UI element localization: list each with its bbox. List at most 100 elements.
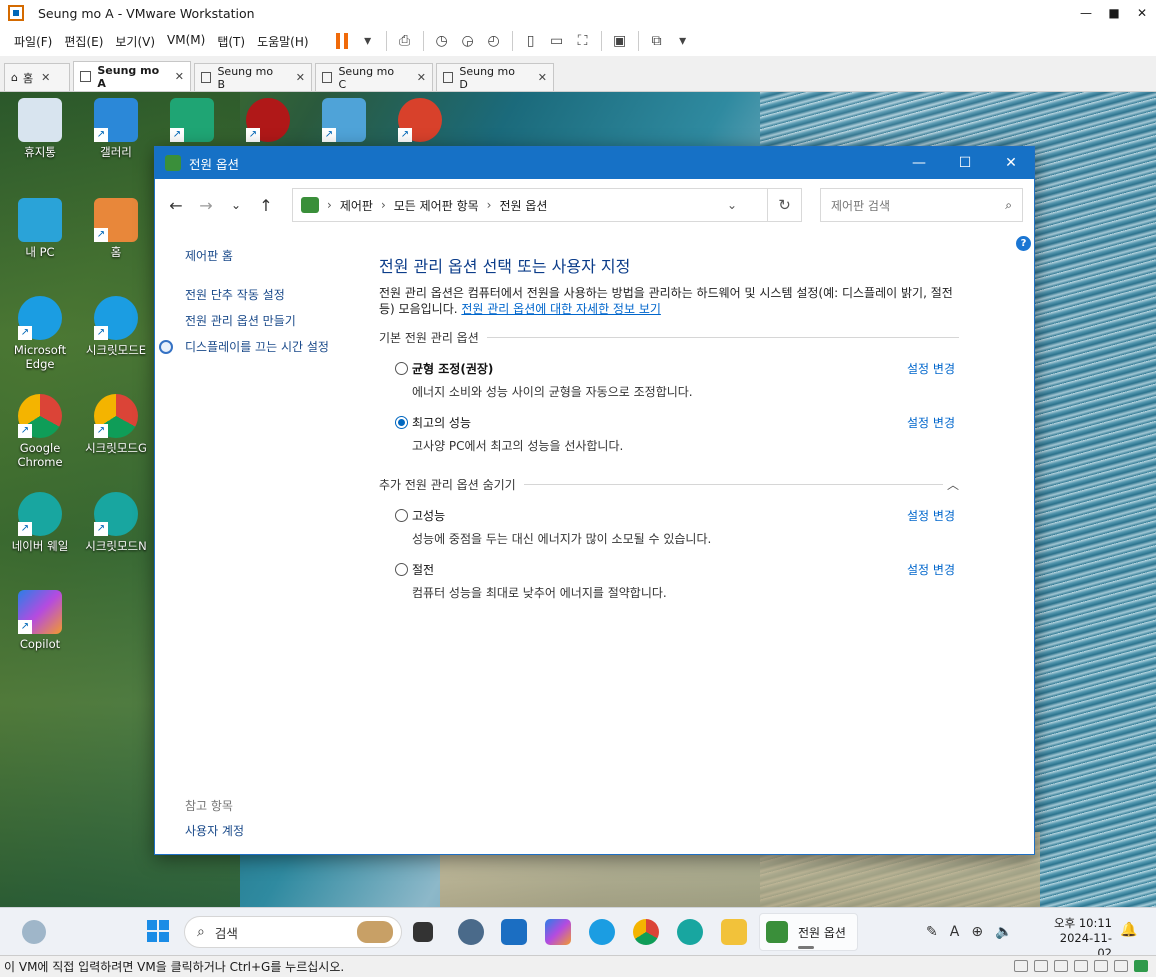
power-dropdown-button[interactable]: ▾ <box>355 28 381 54</box>
plan-name[interactable]: 균형 조정(권장) <box>412 360 493 377</box>
show-library-icon[interactable]: ▯ <box>518 28 544 54</box>
group-more-plans[interactable]: 추가 전원 관리 옵션 숨기기 ︿ <box>379 476 959 493</box>
sidebar-link-create-plan[interactable]: 전원 관리 옵션 만들기 <box>185 312 365 329</box>
store-icon[interactable] <box>501 919 527 945</box>
tab-home[interactable]: ⌂ 홈 ✕ <box>4 63 70 91</box>
volume-icon[interactable]: 🔈 <box>995 924 1012 940</box>
start-button[interactable] <box>147 920 169 942</box>
desktop-icon-gallery[interactable]: ↗ 갤러리 <box>78 98 154 159</box>
forward-arrow-icon[interactable]: → <box>191 196 221 215</box>
desktop-icon-edge-incognito[interactable]: ↗ 시크릿모드E <box>78 296 154 357</box>
widgets-icon[interactable] <box>22 920 46 944</box>
tab-seung-mo-d[interactable]: Seung mo D ✕ <box>436 63 554 91</box>
back-arrow-icon[interactable]: ← <box>161 196 191 215</box>
copilot-icon[interactable] <box>545 919 571 945</box>
chevron-right-icon[interactable]: › <box>381 198 386 212</box>
display-icon[interactable] <box>1114 960 1128 972</box>
minimize-button[interactable]: — <box>896 147 942 179</box>
close-icon[interactable]: ✕ <box>417 71 426 84</box>
desktop-icon-home[interactable]: ↗ 홈 <box>78 198 154 259</box>
chrome-icon[interactable] <box>633 919 659 945</box>
message-log-icon[interactable] <box>1134 960 1148 972</box>
breadcrumb-control-panel[interactable]: 제어판 <box>340 197 373 214</box>
maximize-button[interactable]: ☐ <box>942 147 988 179</box>
change-settings-link[interactable]: 설정 변경 <box>907 507 955 524</box>
menu-file[interactable]: 파일(F) <box>8 33 58 50</box>
console-view-icon[interactable]: ▣ <box>607 28 633 54</box>
menu-view[interactable]: 보기(V) <box>109 33 161 50</box>
breadcrumb-all-items[interactable]: 모든 제어판 항목 <box>394 197 479 214</box>
cd-rom-icon[interactable] <box>1034 960 1048 972</box>
file-explorer-icon[interactable] <box>721 919 747 945</box>
maximize-button[interactable]: ■ <box>1100 0 1128 26</box>
send-ctrl-alt-del-icon[interactable]: ⎙ <box>392 28 418 54</box>
close-icon[interactable]: ✕ <box>296 71 305 84</box>
chevron-right-icon[interactable]: › <box>487 198 492 212</box>
chevron-up-icon[interactable]: ︿ <box>947 476 959 493</box>
tab-seung-mo-b[interactable]: Seung mo B ✕ <box>194 63 312 91</box>
radio-high-performance[interactable] <box>395 509 408 522</box>
desktop-icon-this-pc[interactable]: 내 PC <box>2 198 78 259</box>
search-input[interactable]: 제어판 검색 ⌕ <box>820 188 1023 222</box>
network-icon[interactable]: ⊕ <box>971 924 983 940</box>
pen-menu-icon[interactable]: ✎ <box>926 924 938 940</box>
sidebar-link-power-buttons[interactable]: 전원 단추 작동 설정 <box>185 286 365 303</box>
settings-gear-icon[interactable] <box>458 919 484 945</box>
close-icon[interactable]: ✕ <box>175 70 184 83</box>
snapshot-icon[interactable]: ◷ <box>429 28 455 54</box>
refresh-icon[interactable]: ↻ <box>767 189 801 221</box>
stretch-dropdown-button[interactable]: ▾ <box>670 28 696 54</box>
task-view-icon[interactable] <box>413 922 433 942</box>
change-settings-link[interactable]: 설정 변경 <box>907 414 955 431</box>
desktop-icon-edge[interactable]: ↗ Microsoft Edge <box>2 296 78 371</box>
thumbnail-bar-icon[interactable]: ▭ <box>544 28 570 54</box>
see-also-user-accounts[interactable]: 사용자 계정 <box>185 822 244 839</box>
plan-name[interactable]: 고성능 <box>412 507 445 524</box>
change-settings-link[interactable]: 설정 변경 <box>907 360 955 377</box>
edge-icon[interactable] <box>589 919 615 945</box>
desktop-icon-recycle-bin[interactable]: 휴지통 <box>2 98 78 159</box>
pause-button[interactable] <box>329 28 355 54</box>
radio-balanced[interactable] <box>395 362 408 375</box>
desktop-icon-copilot[interactable]: ↗ Copilot <box>2 590 78 651</box>
taskbar-app-power-options[interactable]: 전원 옵션 <box>759 913 858 951</box>
more-info-link[interactable]: 전원 관리 옵션에 대한 자세한 정보 보기 <box>461 302 661 316</box>
menu-edit[interactable]: 편집(E) <box>58 33 109 50</box>
up-arrow-icon[interactable]: ↑ <box>251 196 281 215</box>
ime-indicator[interactable]: A <box>950 924 960 940</box>
close-button[interactable]: ✕ <box>988 147 1034 179</box>
desktop-icon-whale[interactable]: ↗ 네이버 웨일 <box>2 492 78 553</box>
desktop-icon-chrome-incognito[interactable]: ↗ 시크릿모드G <box>78 394 154 455</box>
chevron-down-icon[interactable]: ⌄ <box>727 198 737 212</box>
revert-snapshot-icon[interactable]: ◶ <box>455 28 481 54</box>
close-icon[interactable]: ✕ <box>538 71 547 84</box>
notification-bell-icon[interactable]: 🔔 <box>1120 922 1137 938</box>
menu-help[interactable]: 도움말(H) <box>251 33 315 50</box>
menu-vm[interactable]: VM(M) <box>161 33 211 50</box>
menu-tabs[interactable]: 탭(T) <box>211 33 251 50</box>
desktop-icon-revo[interactable]: ↗ <box>306 98 382 145</box>
close-icon[interactable]: ✕ <box>41 71 50 84</box>
plan-name[interactable]: 절전 <box>412 561 434 578</box>
chevron-right-icon[interactable]: › <box>327 198 332 212</box>
sidebar-home-link[interactable]: 제어판 홈 <box>185 247 365 264</box>
radio-power-saver[interactable] <box>395 563 408 576</box>
recent-locations-chevron-icon[interactable]: ⌄ <box>221 198 251 212</box>
tab-seung-mo-c[interactable]: Seung mo C ✕ <box>315 63 433 91</box>
snapshot-manager-icon[interactable]: ◴ <box>481 28 507 54</box>
whale-icon[interactable] <box>677 919 703 945</box>
desktop-icon-game-app[interactable]: ↗ <box>230 98 306 145</box>
plan-name[interactable]: 최고의 성능 <box>412 414 471 431</box>
change-settings-link[interactable]: 설정 변경 <box>907 561 955 578</box>
minimize-button[interactable]: — <box>1072 0 1100 26</box>
breadcrumb-power-options[interactable]: 전원 옵션 <box>499 197 547 214</box>
sidebar-link-display-off[interactable]: 디스플레이를 끄는 시간 설정 <box>159 338 365 355</box>
radio-ultimate-performance[interactable] <box>395 416 408 429</box>
taskbar-search-input[interactable]: ⌕ 검색 <box>184 916 402 948</box>
desktop-icon-whale-incognito[interactable]: ↗ 시크릿모드N <box>78 492 154 553</box>
address-bar[interactable]: › 제어판 › 모든 제어판 항목 › 전원 옵션 ⌄ ↻ <box>292 188 802 222</box>
desktop-icon-downloads[interactable]: ↗ <box>154 98 230 145</box>
desktop-icon-chrome[interactable]: ↗ Google Chrome <box>2 394 78 469</box>
stretch-guest-icon[interactable]: ⧉ <box>644 28 670 54</box>
desktop-icon-ccleaner[interactable]: ↗ <box>382 98 458 145</box>
